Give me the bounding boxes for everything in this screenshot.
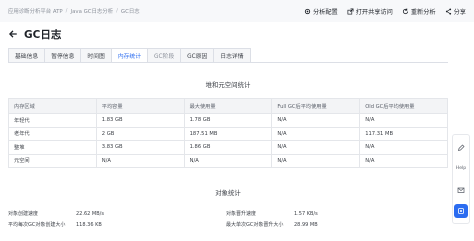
breadcrumb-item-platform[interactable]: 应用诊断分析平台 ATP [8, 7, 63, 15]
stat-value: 28.99 MB [294, 221, 318, 228]
table-cell: 3.83 GB [95, 140, 185, 155]
table-cell: 1.78 GB [183, 113, 273, 128]
table-cell: N/A [95, 153, 185, 168]
share-icon [347, 8, 354, 14]
top-bar: 应用诊断分析平台 ATP / Java GC日志分析 / GC日志 分析配置 打… [0, 0, 474, 22]
table-cell: N/A [271, 140, 361, 155]
share-button[interactable]: 分享 [445, 7, 466, 16]
analysis-config-button[interactable]: 分析配置 [304, 7, 338, 16]
header-actions: 分析配置 打开共享访问 重新分析 分享 [304, 7, 466, 16]
breadcrumb-separator: / [116, 8, 118, 14]
tab-log-details[interactable]: 日志详情 [213, 48, 251, 63]
tab-memory-stats[interactable]: 内存统计 [110, 48, 149, 63]
table-cell: 元空间 [8, 153, 97, 168]
table-cell: N/A [359, 140, 448, 155]
stat-label: 最大单次GC对象晋升大小 [226, 222, 284, 228]
tab-time-graph[interactable]: 时间图 [80, 48, 112, 63]
open-shared-access-button[interactable]: 打开共享访问 [347, 7, 393, 16]
page-title: GC日志 [24, 28, 62, 41]
stats-row: 对象创建速度 22.62 MB/s 对象晋升速度 1.57 KB/s [8, 208, 448, 219]
table-cell: 187.51 MB [183, 126, 273, 141]
table-cell: 1.86 GB [183, 140, 273, 155]
stat-value: 1.57 KB/s [294, 210, 318, 217]
stats-row: 平均每次GC对象创建大小 118.36 KB 最大单次GC对象晋升大小 28.9… [8, 219, 448, 230]
table-cell: N/A [271, 153, 361, 168]
breadcrumb-item-current: GC日志 [120, 9, 140, 15]
column-header: 最大使用量 [183, 98, 273, 114]
app-icon [458, 207, 464, 214]
tab-gc-phases[interactable]: GC阶段 [147, 48, 182, 63]
back-arrow-icon[interactable] [8, 29, 18, 39]
reanalyze-button[interactable]: 重新分析 [402, 7, 436, 16]
stat-label: 对象创建速度 [8, 211, 39, 217]
column-header: Full GC后平均使用量 [271, 98, 361, 114]
open-shared-access-label: 打开共享访问 [355, 8, 393, 16]
title-bar: GC日志 [8, 24, 61, 44]
table-cell: 2 GB [95, 126, 185, 141]
share-label: 分享 [453, 8, 466, 16]
edit-icon [457, 143, 465, 151]
app-button[interactable] [454, 203, 468, 218]
mail-icon [457, 187, 465, 193]
table-cell: 整堆 [8, 140, 97, 155]
feedback-button[interactable] [454, 183, 468, 197]
table-cell: 117.31 MB [359, 126, 448, 141]
tab-pause-info[interactable]: 暂停信息 [44, 48, 82, 63]
table-cell: N/A [359, 113, 448, 128]
breadcrumb: 应用诊断分析平台 ATP / Java GC日志分析 / GC日志 [8, 7, 140, 15]
tab-gc-causes[interactable]: GC原因 [180, 48, 215, 63]
table-cell: 老年代 [8, 126, 97, 141]
object-section-title: 对象统计 [215, 189, 241, 197]
refresh-icon [402, 7, 408, 14]
table-cell: N/A [271, 126, 361, 141]
breadcrumb-item-java-gc[interactable]: Java GC日志分析 [70, 7, 113, 15]
table-cell: 年轻代 [8, 113, 97, 128]
heap-stats-table: 内存区域 平均容量 最大使用量 Full GC后平均使用量 Old GC后平均使… [8, 98, 448, 168]
table-header-row: 内存区域 平均容量 最大使用量 Full GC后平均使用量 Old GC后平均使… [8, 98, 448, 114]
help-button[interactable]: Help [454, 162, 468, 176]
tab-basic-info[interactable]: 基础信息 [8, 48, 46, 63]
analysis-config-label: 分析配置 [313, 8, 338, 16]
column-header: Old GC后平均使用量 [359, 98, 448, 114]
column-header: 内存区域 [8, 98, 97, 114]
heap-section-title: 堆和元空间统计 [205, 81, 251, 89]
table-row: 年轻代 1.83 GB 1.78 GB N/A N/A [8, 113, 448, 128]
table-row: 整堆 3.83 GB 1.86 GB N/A N/A [8, 140, 448, 155]
tab-bar: 基础信息 暂停信息 时间图 内存统计 GC阶段 GC原因 日志详情 [8, 48, 251, 63]
edit-button[interactable] [454, 141, 468, 155]
table-cell: N/A [271, 113, 361, 128]
breadcrumb-separator: / [65, 8, 68, 14]
reanalyze-label: 重新分析 [410, 8, 436, 16]
stat-label: 平均每次GC对象创建大小 [8, 222, 66, 228]
floating-toolbar: Help [452, 134, 470, 224]
table-row: 元空间 N/A N/A N/A N/A [8, 153, 448, 168]
stat-value: 118.36 KB [76, 221, 102, 228]
gear-icon [304, 8, 311, 14]
object-stats: 对象创建速度 22.62 MB/s 对象晋升速度 1.57 KB/s 平均每次G… [8, 208, 448, 230]
column-header: 平均容量 [95, 98, 185, 114]
share-network-icon [445, 7, 451, 15]
stat-value: 22.62 MB/s [76, 210, 104, 217]
table-cell: N/A [359, 153, 448, 168]
stat-label: 对象晋升速度 [226, 211, 257, 217]
table-cell: 1.83 GB [95, 113, 185, 128]
table-cell: N/A [183, 153, 273, 168]
tab-divider [8, 62, 448, 63]
table-row: 老年代 2 GB 187.51 MB N/A 117.31 MB [8, 126, 448, 141]
